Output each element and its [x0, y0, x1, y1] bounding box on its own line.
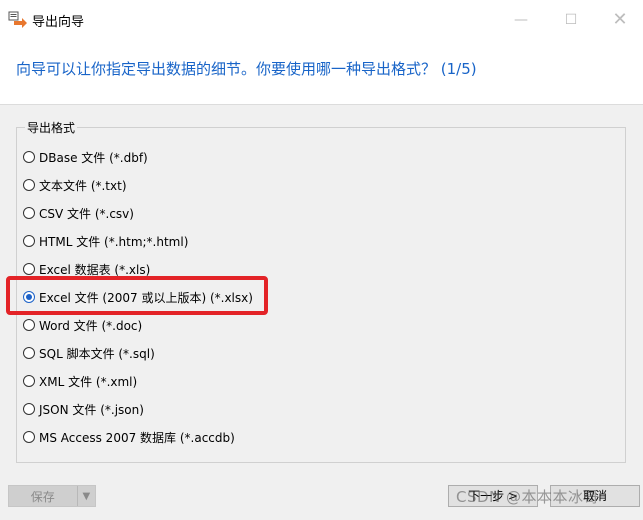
format-options: DBase 文件 (*.dbf) 文本文件 (*.txt) CSV 文件 (*.cs… [23, 143, 253, 451]
next-button[interactable]: 下一步 > [448, 485, 538, 507]
radio-icon[interactable] [23, 403, 35, 415]
radio-icon[interactable] [23, 431, 35, 443]
format-option[interactable]: HTML 文件 (*.htm;*.html) [23, 227, 253, 255]
radio-icon[interactable] [23, 207, 35, 219]
format-option-label: DBase 文件 (*.dbf) [39, 150, 148, 165]
chevron-down-icon: ▼ [76, 486, 95, 506]
format-option-label: MS Access 2007 数据库 (*.accdb) [39, 430, 235, 445]
format-option-label: XML 文件 (*.xml) [39, 374, 138, 389]
app-icon [8, 11, 27, 28]
group-title: 导出格式 [25, 119, 78, 136]
save-button-label: 保存 [30, 489, 55, 504]
format-option-label: 文本文件 (*.txt) [39, 178, 127, 193]
save-button: 保存 ▼ [8, 485, 96, 507]
format-option[interactable]: Excel 文件 (2007 或以上版本) (*.xlsx) [23, 283, 253, 311]
cancel-button[interactable]: 取消 [550, 485, 640, 507]
radio-icon[interactable] [23, 235, 35, 247]
format-option[interactable]: 文本文件 (*.txt) [23, 171, 253, 199]
radio-icon[interactable] [23, 263, 35, 275]
format-option-label: JSON 文件 (*.json) [39, 402, 144, 417]
format-option[interactable]: DBase 文件 (*.dbf) [23, 143, 253, 171]
maximize-button[interactable]: ☐ [548, 6, 594, 34]
export-format-group: 导出格式 DBase 文件 (*.dbf) 文本文件 (*.txt) CSV 文件 … [16, 119, 626, 463]
wizard-question: 向导可以让你指定导出数据的细节。你要使用哪一种导出格式？ (1/5) [16, 60, 477, 78]
radio-icon[interactable] [23, 151, 35, 163]
wizard-footer: 保存 ▼ 下一步 > 取消 [0, 477, 643, 520]
title-bar: 导出向导 — ☐ ✕ [0, 0, 643, 40]
format-option[interactable]: Word 文件 (*.doc) [23, 311, 253, 339]
radio-icon[interactable] [23, 179, 35, 191]
format-option-label: Word 文件 (*.doc) [39, 318, 143, 333]
format-option[interactable]: XML 文件 (*.xml) [23, 367, 253, 395]
radio-icon[interactable] [23, 375, 35, 387]
format-option-label: SQL 脚本文件 (*.sql) [39, 346, 155, 361]
format-option[interactable]: SQL 脚本文件 (*.sql) [23, 339, 253, 367]
format-option-label: Excel 数据表 (*.xls) [39, 262, 151, 277]
radio-icon[interactable] [23, 319, 35, 331]
format-option-label: HTML 文件 (*.htm;*.html) [39, 234, 189, 249]
format-option-label: Excel 文件 (2007 或以上版本) (*.xlsx) [39, 290, 253, 305]
radio-checked-icon[interactable] [23, 291, 35, 303]
format-option[interactable]: MS Access 2007 数据库 (*.accdb) [23, 423, 253, 451]
format-option[interactable]: JSON 文件 (*.json) [23, 395, 253, 423]
format-option-label: CSV 文件 (*.csv) [39, 206, 134, 221]
minimize-button[interactable]: — [498, 6, 544, 34]
radio-icon[interactable] [23, 347, 35, 359]
format-option[interactable]: CSV 文件 (*.csv) [23, 199, 253, 227]
window-title: 导出向导 [32, 15, 85, 30]
close-button[interactable]: ✕ [597, 6, 643, 34]
wizard-body: 导出格式 DBase 文件 (*.dbf) 文本文件 (*.txt) CSV 文件 … [0, 105, 643, 477]
format-option[interactable]: Excel 数据表 (*.xls) [23, 255, 253, 283]
wizard-header: 向导可以让你指定导出数据的细节。你要使用哪一种导出格式？ (1/5) [0, 40, 643, 105]
